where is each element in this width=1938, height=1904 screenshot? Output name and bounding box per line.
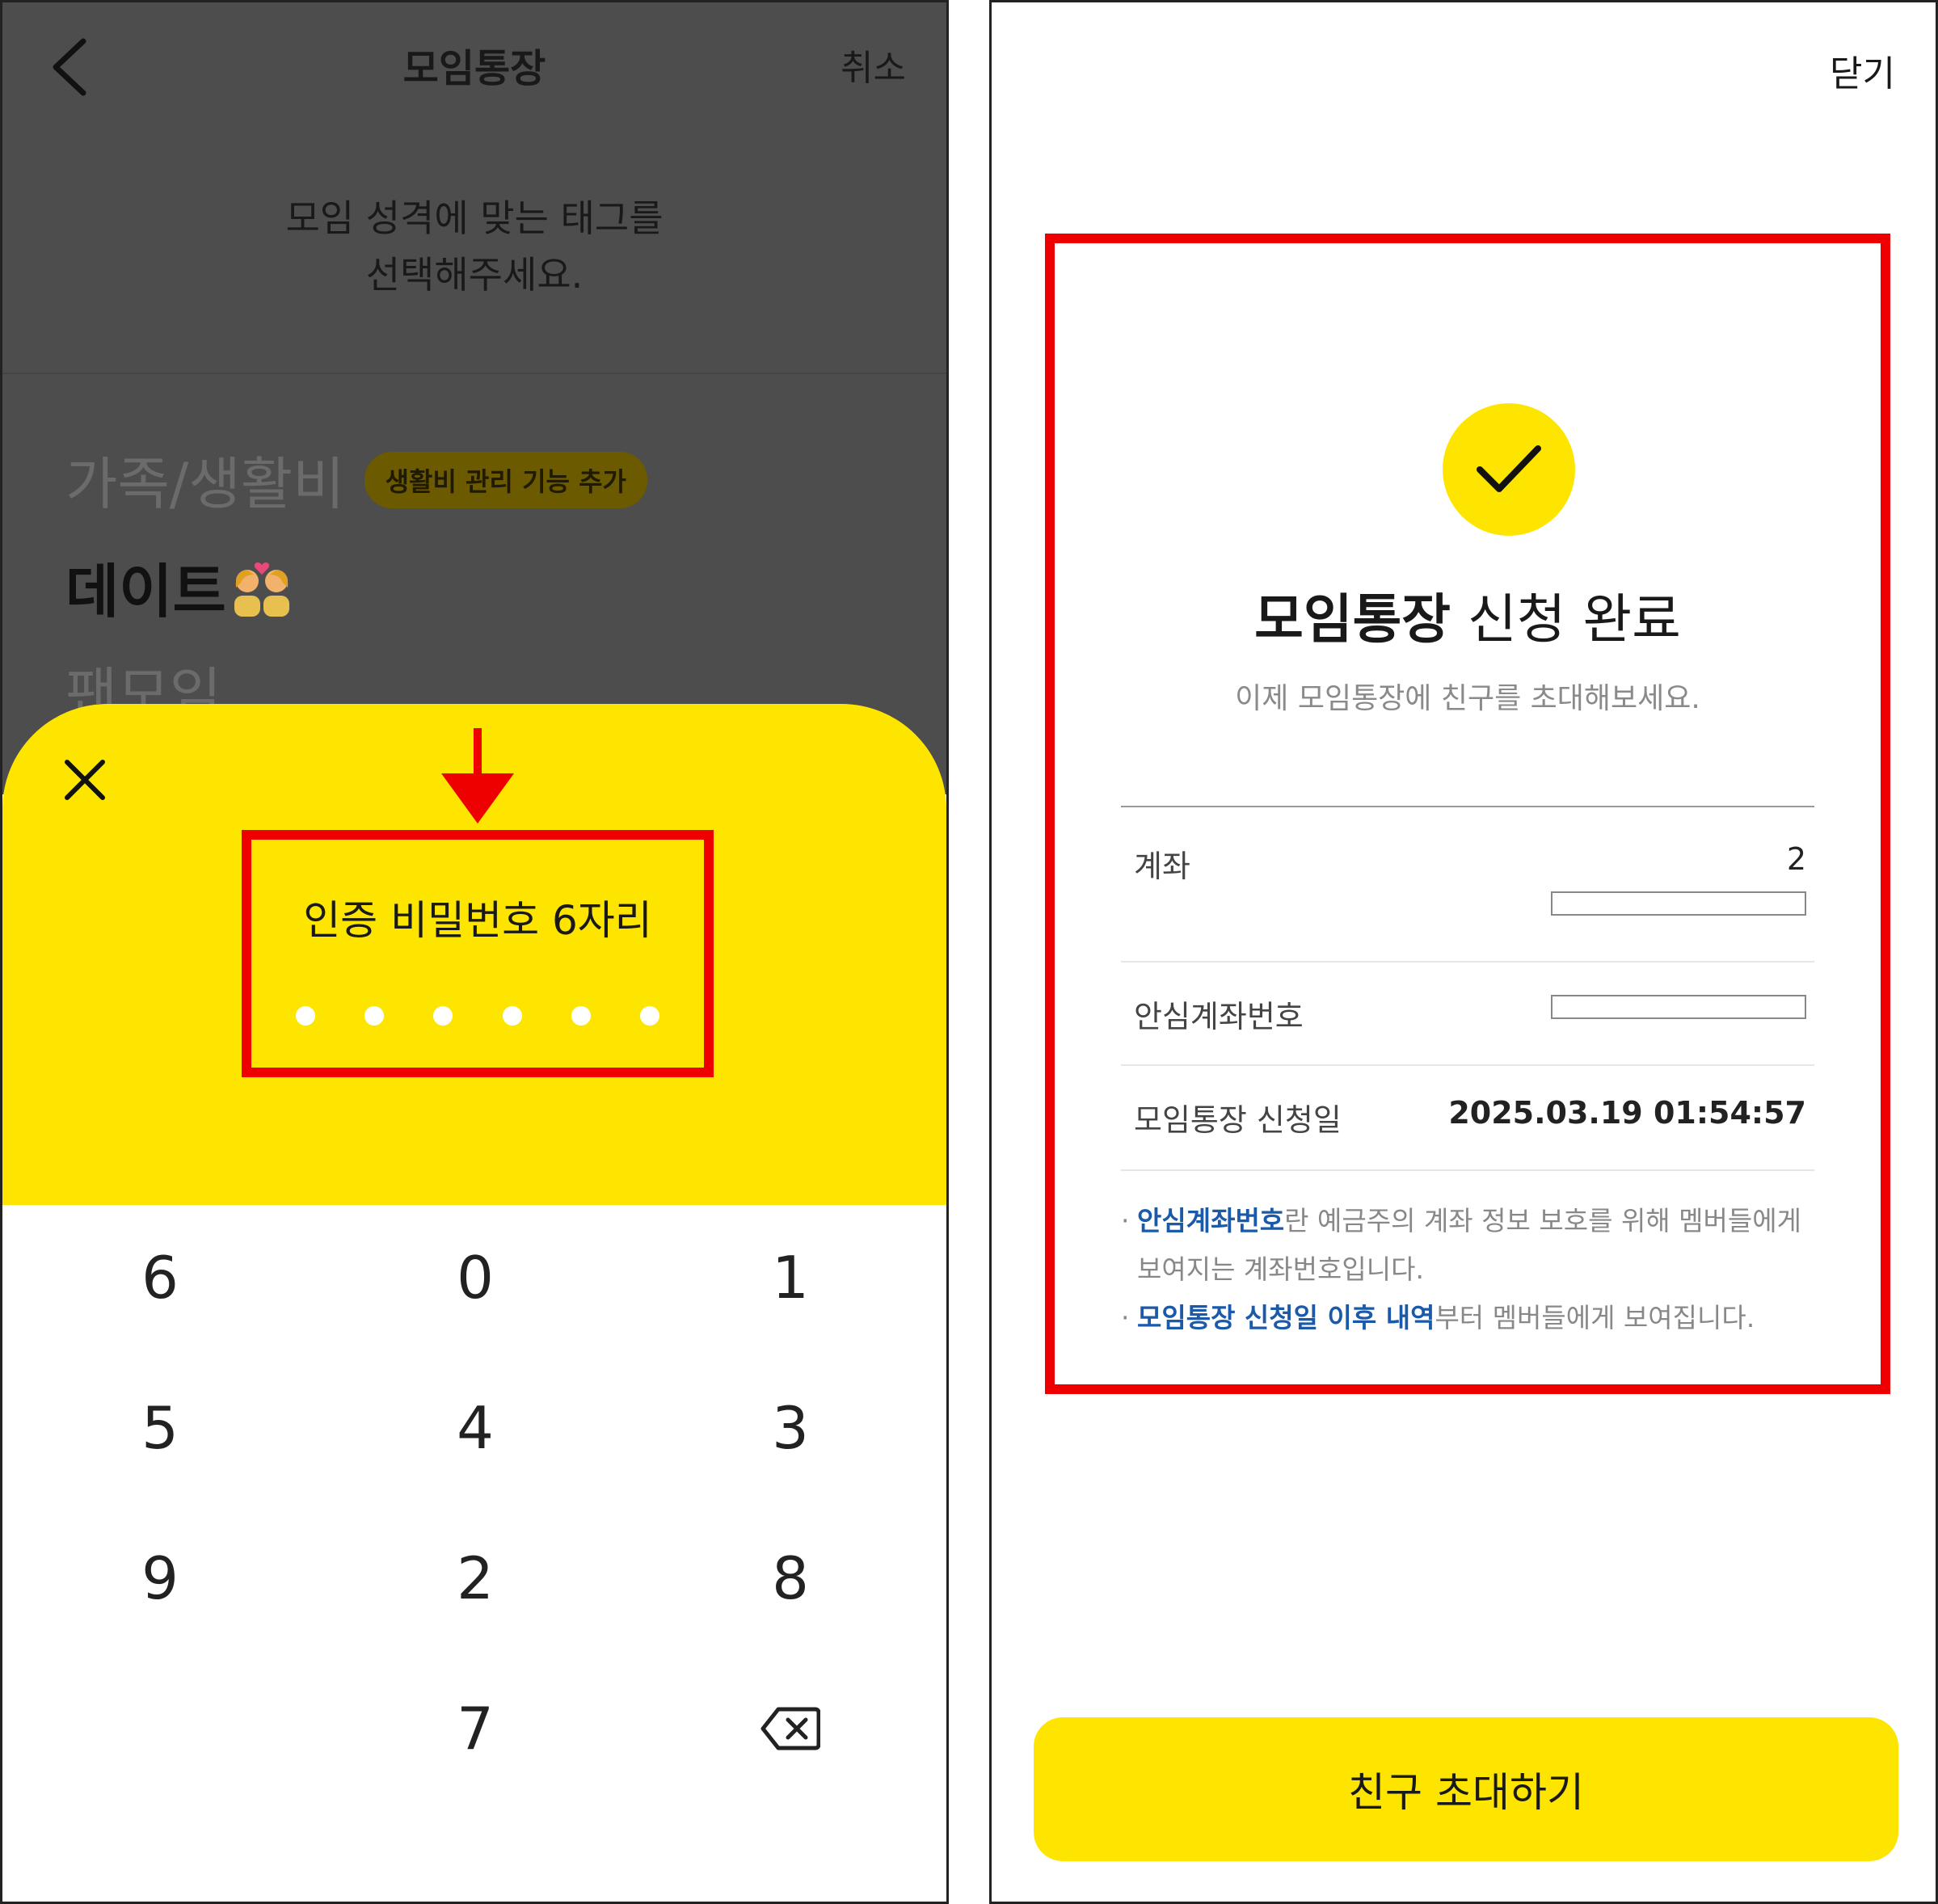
keypad-key[interactable]: 9	[2, 1506, 318, 1651]
keypad-key[interactable]: 6	[2, 1205, 318, 1350]
divider	[1121, 961, 1814, 963]
pin-dots	[296, 1006, 659, 1026]
completion-subtitle: 이제 모임통장에 친구를 초대해보세요.	[1235, 682, 1700, 715]
annotation-arrow-icon	[441, 728, 514, 824]
keypad-key[interactable]: 7	[318, 1656, 633, 1801]
account-number-masked	[1551, 891, 1806, 916]
divider	[2, 373, 946, 374]
divider	[1121, 1169, 1814, 1171]
safe-account-label: 안심계좌번호	[1134, 999, 1304, 1034]
keypad-key[interactable]: 1	[633, 1205, 946, 1350]
feature-badge: 생활비 관리 기능 추가	[364, 451, 647, 508]
pin-title: 인증 비밀번호 6자리	[303, 897, 652, 944]
apply-date-label: 모임통장 신청일	[1134, 1102, 1342, 1138]
pin-entry-highlight: 인증 비밀번호 6자리	[242, 830, 714, 1077]
pin-dot	[571, 1006, 591, 1026]
tag-option-date[interactable]: 데이트	[65, 544, 293, 629]
pin-dot	[502, 1006, 522, 1026]
account-label: 계좌	[1134, 849, 1190, 884]
check-icon	[1477, 445, 1541, 492]
cancel-button[interactable]: 취소	[841, 39, 906, 91]
backspace-key[interactable]	[633, 1656, 946, 1801]
keypad-key[interactable]: 8	[633, 1506, 946, 1651]
completion-title: 모임통장 신청 완료	[1254, 588, 1681, 651]
divider	[1121, 1064, 1814, 1066]
page-title: 모임통장	[402, 46, 546, 91]
completion-highlight: 모임통장 신청 완료 이제 모임통장에 친구를 초대해보세요. 계좌 2 안심계…	[1045, 234, 1890, 1394]
pin-dot	[364, 1006, 385, 1026]
keypad-key[interactable]: 3	[633, 1355, 946, 1501]
close-icon[interactable]	[62, 757, 107, 802]
number-keypad: 6 0 1 5 4 3 9 2 8 7	[2, 1205, 946, 1900]
pin-dot	[639, 1006, 659, 1026]
couple-heart-icon	[234, 562, 289, 617]
close-button[interactable]: 닫기	[1830, 44, 1895, 96]
left-screen: 모임통장 취소 모임 성격에 맞는 태그를 선택해주세요. 가족/생활비 생활비…	[0, 0, 949, 1904]
tag-prompt: 모임 성격에 맞는 태그를 선택해주세요.	[285, 196, 664, 297]
invite-friends-button[interactable]: 친구 초대하기	[1034, 1717, 1898, 1861]
pin-dot	[433, 1006, 453, 1026]
apply-date-value: 2025.03.19 01:54:57	[1448, 1095, 1806, 1131]
keypad-key[interactable]: 0	[318, 1205, 633, 1350]
divider	[1121, 806, 1814, 807]
pin-dot	[296, 1006, 315, 1026]
keypad-key[interactable]: 4	[318, 1355, 633, 1501]
safe-account-number-masked	[1551, 995, 1806, 1019]
tag-date-label: 데이트	[65, 558, 226, 626]
success-badge	[1443, 403, 1575, 536]
right-screen: 닫기 모임통장 신청 완료 이제 모임통장에 친구를 초대해보세요. 계좌 2 …	[989, 0, 1938, 1904]
tag-option-family[interactable]: 가족/생활비 생활비 관리 기능 추가	[65, 439, 647, 520]
keypad-key[interactable]: 2	[318, 1506, 633, 1651]
keypad-key[interactable]: 5	[2, 1355, 318, 1501]
account-value: 2	[1786, 841, 1806, 877]
tag-family-label: 가족/생활비	[65, 451, 345, 517]
backspace-icon	[760, 1707, 820, 1750]
note-safe-account: · 안심계좌번호란 예금주의 계좌 정보 보호를 위해 멤버들에게 보여지는 계좌…	[1121, 1205, 1801, 1333]
